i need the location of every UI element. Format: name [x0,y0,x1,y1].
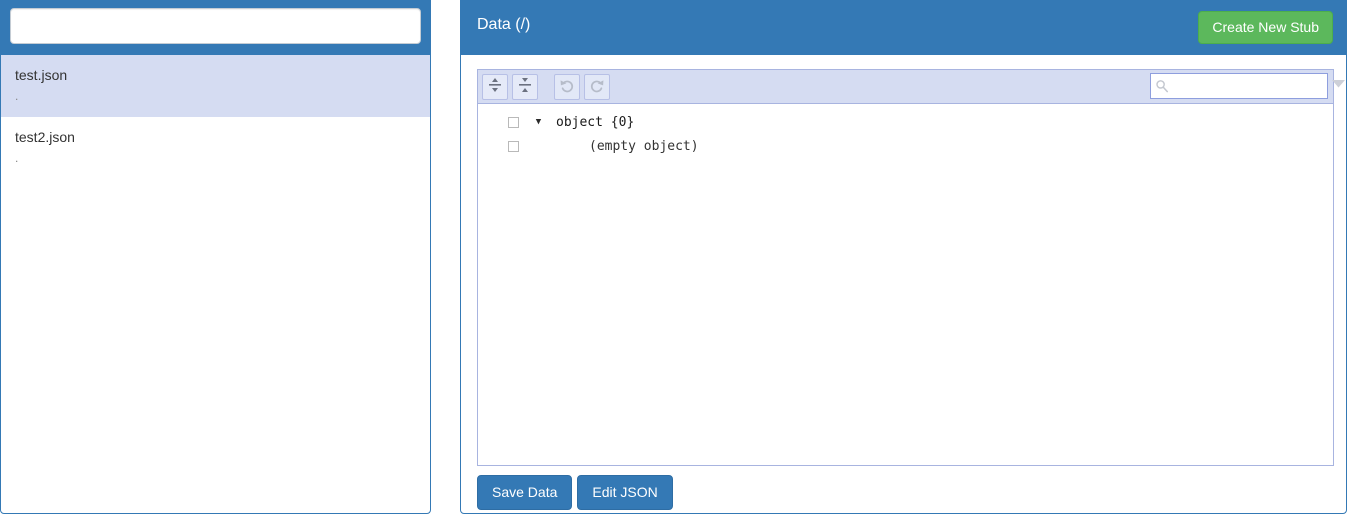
expand-all-button[interactable] [482,73,508,100]
create-new-stub-button[interactable]: Create New Stub [1198,11,1333,44]
save-data-button[interactable]: Save Data [477,475,573,510]
tree-row-checkbox[interactable] [508,140,519,152]
data-panel: Data (/) Create New Stub ▼ object {0} (e… [460,0,1347,514]
search-next-icon[interactable] [1331,77,1346,95]
json-editor-toolbar [478,70,1345,104]
editor-footer: Save Data Edit JSON [477,475,1332,510]
undo-icon [559,77,575,96]
file-subtitle: . [15,151,19,165]
expand-all-icon [488,77,502,96]
file-subtitle: . [15,89,19,103]
collapse-all-button[interactable] [512,73,538,100]
tree-row[interactable]: ▼ object {0} [478,110,1333,134]
chevron-down-icon[interactable]: ▼ [532,117,545,127]
collapse-all-icon [518,77,532,96]
tree-row[interactable]: (empty object) [478,134,1333,158]
tree-node-label: (empty object) [589,138,699,154]
search-nav-group [1331,77,1346,95]
list-item[interactable]: test2.json . [1,117,430,179]
file-browser-panel: test.json . test2.json . [0,0,431,514]
data-panel-header: Data (/) Create New Stub [461,0,1346,55]
list-item[interactable]: test.json . [1,55,430,117]
json-search-input[interactable] [1172,75,1331,97]
file-name: test2.json [15,129,75,145]
search-icon [1155,79,1169,93]
page-title: Data (/) [477,16,531,33]
data-panel-body: ▼ object {0} (empty object) Save Data Ed… [461,55,1346,513]
tree-row-checkbox[interactable] [508,116,519,128]
tree-node-label: object {0} [556,114,635,130]
undo-button[interactable] [554,73,580,100]
json-tree[interactable]: ▼ object {0} (empty object) [478,104,1333,465]
file-browser-header [1,0,430,55]
json-editor: ▼ object {0} (empty object) [477,69,1345,466]
app-root: test.json . test2.json . Data (/) Create… [0,0,1349,518]
edit-json-button[interactable]: Edit JSON [577,475,673,510]
file-name: test.json [15,67,68,83]
redo-icon [589,77,605,96]
redo-button[interactable] [584,73,610,100]
file-list: test.json . test2.json . [1,55,430,179]
file-search-input[interactable] [10,8,421,44]
json-search-box [1150,73,1345,99]
